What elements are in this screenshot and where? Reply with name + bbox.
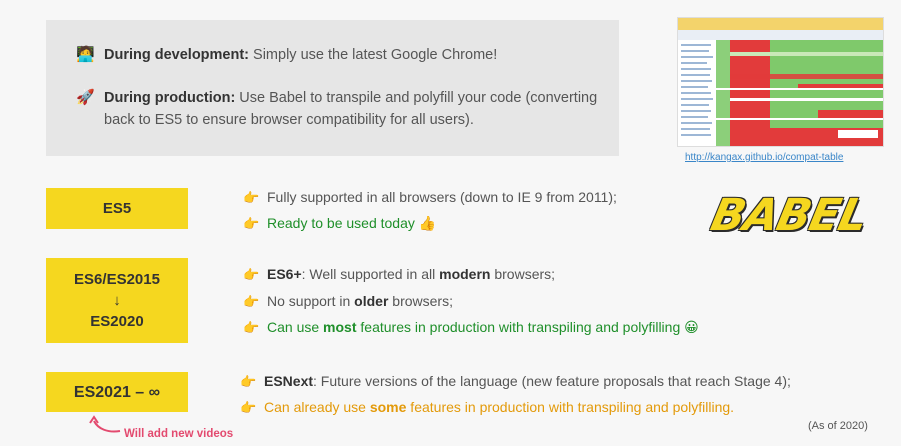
compat-table-link[interactable]: http://kangax.github.io/compat-table bbox=[685, 152, 843, 163]
babel-logo: BABEL bbox=[706, 190, 872, 241]
es2021-bullet-1: 👉 ESNext: Future versions of the language… bbox=[240, 372, 791, 391]
es6-es2020-tag: ES6/ES2015 ↓ ES2020 bbox=[46, 258, 188, 343]
es6-bullet-2-bold: older bbox=[354, 293, 389, 309]
prod-line: 🚀 During production: Use Babel to transp… bbox=[76, 87, 616, 131]
es2021-bullet-1-bold: ESNext bbox=[264, 373, 314, 389]
es6-bullet-3-text-a: Can use bbox=[267, 319, 324, 335]
es2021-bullet-2: 👉 Can already use some features in produc… bbox=[240, 398, 734, 417]
compat-table-image bbox=[678, 18, 883, 146]
pointing-hand-icon: 👉 bbox=[243, 216, 260, 231]
info-box: 🧑‍💻 During development: Simply use the l… bbox=[46, 20, 619, 156]
dev-text: Simply use the latest Google Chrome! bbox=[249, 47, 498, 63]
es5-bullet-1: 👉 Fully supported in all browsers (down t… bbox=[243, 188, 617, 207]
compat-table-thumbnail[interactable] bbox=[677, 17, 884, 147]
es6-bullet-3-bold: most bbox=[323, 319, 357, 335]
es6-tag-line2: ES2020 bbox=[90, 313, 144, 330]
pointing-hand-icon: 👉 bbox=[240, 400, 257, 415]
pointing-hand-icon: 👉 bbox=[243, 294, 260, 309]
es6-bullet-1-bold: ES6+ bbox=[267, 266, 302, 282]
pointing-hand-icon: 👉 bbox=[240, 374, 257, 389]
dev-line: 🧑‍💻 During development: Simply use the l… bbox=[76, 44, 606, 66]
es5-tag-label: ES5 bbox=[102, 200, 132, 217]
es5-tag: ES5 bbox=[46, 188, 188, 229]
pointing-hand-icon: 👉 bbox=[243, 267, 260, 282]
as-of-note: (As of 2020) bbox=[808, 420, 868, 432]
es2021-bullet-2-text-b: features in production with transpiling … bbox=[406, 399, 735, 415]
es6-bullet-1-text-a: : Well supported in all bbox=[301, 266, 440, 282]
es2021-tag-label: ES2021 – ∞ bbox=[73, 383, 161, 401]
es6-bullet-2-text-b: browsers; bbox=[388, 293, 453, 309]
developer-emoji-icon: 🧑‍💻 bbox=[76, 46, 95, 63]
es6-bullet-2: 👉 No support in older browsers; bbox=[243, 292, 453, 311]
es2021-bullet-1-text: : Future versions of the language (new f… bbox=[313, 373, 791, 389]
es6-bullet-1-text-b: browsers; bbox=[490, 266, 556, 282]
es6-bullet-2-text-a: No support in bbox=[267, 293, 355, 309]
will-add-videos-note: Will add new videos bbox=[124, 428, 234, 440]
prod-label: During production: bbox=[104, 90, 236, 106]
es6-bullet-1-bold2: modern bbox=[439, 266, 491, 282]
dev-label: During development: bbox=[104, 47, 250, 63]
es5-bullet-1-text: Fully supported in all browsers (down to… bbox=[267, 189, 617, 205]
es2021-bullet-2-bold: some bbox=[369, 399, 407, 415]
es5-bullet-2-text: Ready to be used today 👍 bbox=[267, 215, 437, 231]
es6-bullet-3: 👉 Can use most features in production wit… bbox=[243, 318, 699, 337]
pointing-hand-icon: 👉 bbox=[243, 320, 260, 335]
down-arrow-icon: ↓ bbox=[113, 292, 121, 309]
pointing-hand-icon: 👉 bbox=[243, 190, 260, 205]
es5-bullet-2: 👉 Ready to be used today 👍 bbox=[243, 214, 436, 233]
es6-bullet-3-text-b: features in production with transpiling … bbox=[356, 319, 699, 335]
es2021-tag: ES2021 – ∞ bbox=[46, 372, 188, 412]
rocket-emoji-icon: 🚀 bbox=[76, 89, 95, 106]
es6-tag-line1: ES6/ES2015 bbox=[74, 271, 160, 288]
es2021-bullet-2-text-a: Can already use bbox=[264, 399, 370, 415]
curved-arrow-icon bbox=[89, 415, 121, 433]
es6-bullet-1: 👉 ES6+: Well supported in all modern brow… bbox=[243, 265, 555, 284]
